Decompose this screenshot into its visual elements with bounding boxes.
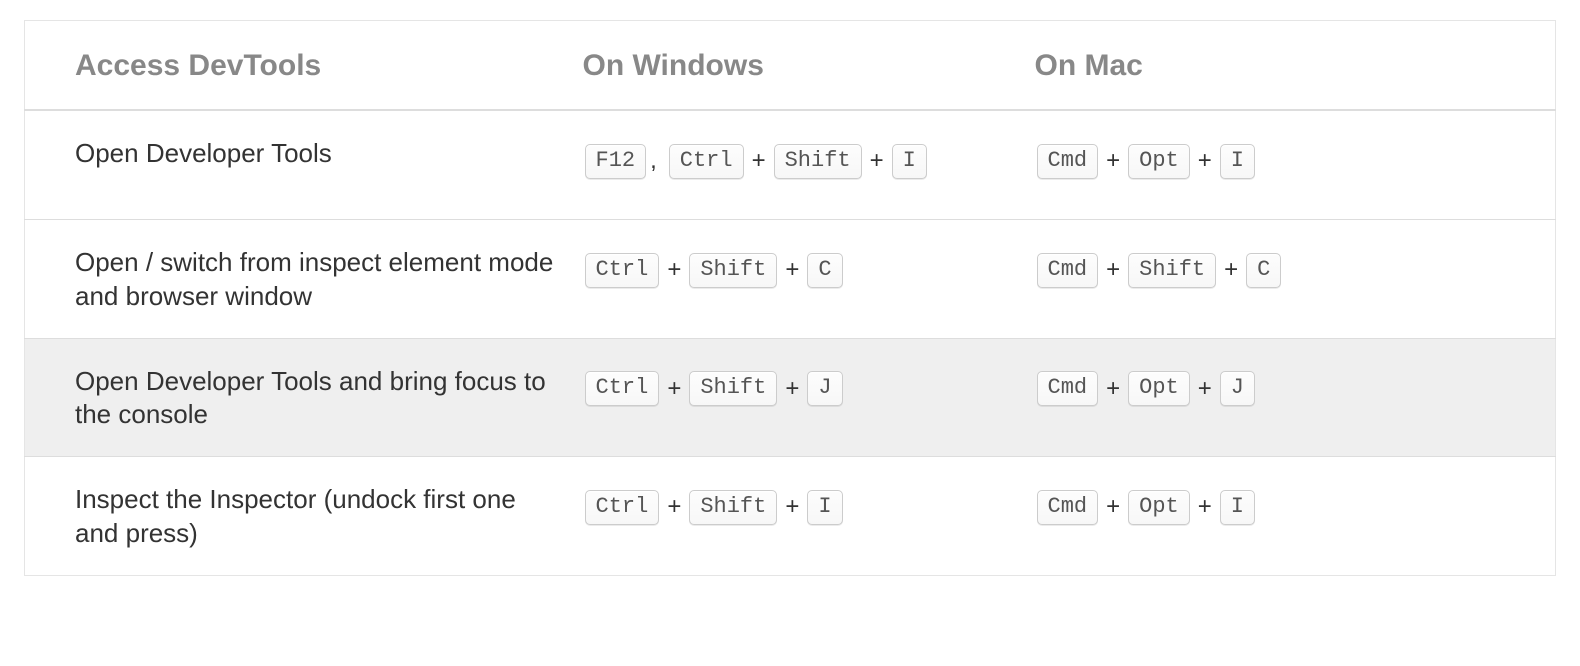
table-row: Open / switch from inspect element mode … — [25, 220, 1556, 339]
header-access-devtools: Access DevTools — [25, 21, 573, 111]
key-separator: + — [1198, 137, 1212, 185]
key: Shift — [774, 144, 862, 179]
mac-cell: Cmd+Opt+J — [1025, 338, 1556, 457]
key: Cmd — [1037, 490, 1099, 525]
key: Opt — [1128, 490, 1190, 525]
key-separator: + — [870, 137, 884, 185]
key: I — [1220, 490, 1255, 525]
table-row: Open Developer Tools and bring focus to … — [25, 338, 1556, 457]
key: C — [1246, 253, 1281, 288]
key: I — [807, 490, 842, 525]
key-separator: + — [785, 483, 799, 531]
key-separator: + — [785, 365, 799, 413]
key-separator: + — [752, 137, 766, 185]
key: F12 — [585, 144, 647, 179]
key: Ctrl — [585, 253, 660, 288]
key-separator: , — [650, 137, 657, 185]
key-separator: + — [1106, 246, 1120, 294]
key: Opt — [1128, 371, 1190, 406]
table-row: Open Developer ToolsF12,Ctrl+Shift+ICmd+… — [25, 110, 1556, 220]
key: I — [1220, 144, 1255, 179]
key-separator: + — [667, 365, 681, 413]
windows-cell: F12,Ctrl+Shift+I — [573, 110, 1025, 220]
key: C — [807, 253, 842, 288]
key: Cmd — [1037, 253, 1099, 288]
mac-cell: Cmd+Opt+I — [1025, 110, 1556, 220]
table-row: Inspect the Inspector (undock first one … — [25, 457, 1556, 576]
windows-cell: Ctrl+Shift+I — [573, 457, 1025, 576]
key: Opt — [1128, 144, 1190, 179]
key: Shift — [1128, 253, 1216, 288]
mac-cell: Cmd+Opt+I — [1025, 457, 1556, 576]
key: I — [892, 144, 927, 179]
key: Shift — [689, 371, 777, 406]
key: Shift — [689, 490, 777, 525]
key: Shift — [689, 253, 777, 288]
key-separator: + — [1198, 365, 1212, 413]
key-separator: + — [1198, 483, 1212, 531]
key-separator: + — [667, 483, 681, 531]
key-separator: + — [1106, 365, 1120, 413]
key: Cmd — [1037, 371, 1099, 406]
key: Ctrl — [585, 371, 660, 406]
table-header-row: Access DevTools On Windows On Mac — [25, 21, 1556, 111]
action-cell: Open / switch from inspect element mode … — [25, 220, 573, 339]
mac-cell: Cmd+Shift+C — [1025, 220, 1556, 339]
key: J — [807, 371, 842, 406]
header-on-mac: On Mac — [1025, 21, 1556, 111]
key-separator: + — [785, 246, 799, 294]
windows-cell: Ctrl+Shift+J — [573, 338, 1025, 457]
key-separator: + — [1106, 483, 1120, 531]
action-cell: Open Developer Tools — [25, 110, 573, 220]
key: Cmd — [1037, 144, 1099, 179]
action-cell: Inspect the Inspector (undock first one … — [25, 457, 573, 576]
key: Ctrl — [585, 490, 660, 525]
key-separator: + — [667, 246, 681, 294]
windows-cell: Ctrl+Shift+C — [573, 220, 1025, 339]
shortcuts-table: Access DevTools On Windows On Mac Open D… — [24, 20, 1556, 576]
key: Ctrl — [669, 144, 744, 179]
header-on-windows: On Windows — [573, 21, 1025, 111]
key: J — [1220, 371, 1255, 406]
key-separator: + — [1224, 246, 1238, 294]
action-cell: Open Developer Tools and bring focus to … — [25, 338, 573, 457]
key-separator: + — [1106, 137, 1120, 185]
